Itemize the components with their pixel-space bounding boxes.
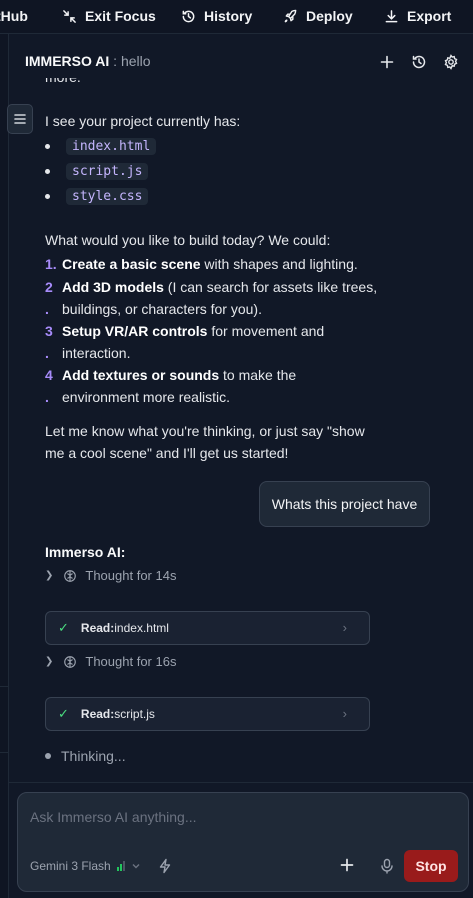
bullet [45, 194, 50, 199]
list-number: 4 [45, 367, 53, 383]
list-item: 2 . Add 3D models (I can search for asse… [45, 276, 377, 320]
rocket-icon [284, 9, 297, 22]
assistant-closing-line: Let me know what you're thinking, or jus… [45, 423, 365, 439]
signal-icon [116, 861, 125, 871]
history-icon[interactable] [411, 54, 427, 70]
tool-call-card[interactable]: ✓ Read : index.html › [45, 611, 370, 645]
bullet [45, 169, 50, 174]
list-number-dot: . [45, 389, 49, 405]
tool-action: Read [80, 621, 111, 635]
list-number-dot: . [45, 301, 49, 317]
top-toolbar: tHub Exit Focus History Deploy Export [0, 0, 473, 34]
export-label: Export [407, 8, 452, 24]
chat-title: IMMERSO AI : hello [25, 53, 151, 69]
assistant-question: What would you like to build today? We c… [45, 232, 331, 248]
check-icon: ✓ [58, 620, 69, 635]
user-message-bubble: Whats this project have [259, 481, 430, 527]
file-chip: script.js [66, 163, 149, 180]
divider [0, 686, 9, 687]
tool-target: index.html [114, 621, 169, 635]
export-button[interactable]: Export [384, 8, 451, 24]
exit-focus-button[interactable]: Exit Focus [62, 8, 156, 24]
tool-call-card[interactable]: ✓ Read : script.js › [45, 697, 370, 731]
file-chip: style.css [66, 188, 149, 205]
check-icon: ✓ [58, 706, 69, 721]
left-gutter [0, 34, 9, 898]
stop-button[interactable]: Stop [404, 850, 458, 882]
thought-toggle[interactable]: ❯ Thought for 14s [45, 568, 176, 583]
model-name: Gemini 3 Flash [30, 859, 111, 873]
divider [0, 752, 9, 753]
gear-icon[interactable] [443, 54, 459, 70]
attach-button[interactable] [340, 856, 354, 876]
list-item: 3 . Setup VR/AR controls for movement an… [45, 320, 375, 364]
history-button[interactable]: History [181, 8, 252, 24]
chat-name: hello [120, 53, 151, 69]
user-message-text: Whats this project have [271, 496, 418, 512]
chevron-down-icon [132, 864, 140, 869]
thinking-label: Thinking... [61, 748, 126, 764]
collapse-icon [63, 9, 76, 23]
title-separator: : [109, 53, 121, 69]
history-icon [182, 10, 195, 22]
list-item-text: Create a basic scene with shapes and lig… [62, 256, 358, 272]
chevron-right-icon: ❯ [45, 656, 54, 667]
thinking-indicator: Thinking... [45, 748, 126, 764]
list-item: script.js [45, 163, 149, 180]
pulse-dot [45, 753, 51, 759]
list-number: 3 [45, 323, 53, 339]
assistant-closing-line: me a cool scene" and I'll get us started… [45, 445, 289, 461]
chevron-right-icon: ❯ [45, 570, 54, 581]
assistant-label: Immerso AI: [45, 544, 126, 560]
header-actions [379, 54, 459, 70]
list-item-text: Setup VR/AR controls for movement and int… [62, 323, 325, 361]
thought-label: Thought for 16s [85, 654, 177, 669]
list-item: style.css [45, 188, 149, 205]
exit-focus-label: Exit Focus [85, 8, 156, 24]
file-chip: index.html [66, 138, 157, 155]
list-number: 2 [45, 279, 53, 295]
microphone-icon[interactable] [380, 858, 394, 874]
download-icon [385, 9, 398, 22]
github-label: tHub [0, 8, 28, 24]
github-button[interactable]: tHub [0, 8, 28, 24]
chat-input[interactable] [30, 805, 450, 829]
brain-icon [64, 655, 77, 668]
divider [9, 782, 473, 783]
list-item: 4 . Add textures or sounds to make the en… [45, 364, 375, 408]
message-composer: Gemini 3 Flash Stop [17, 792, 469, 892]
truncated-text: more. [45, 78, 81, 88]
chevron-right-icon: › [342, 706, 347, 721]
menu-icon [14, 114, 26, 124]
assistant-intro: I see your project currently has: [45, 113, 241, 129]
deploy-label: Deploy [306, 8, 353, 24]
plus-icon[interactable] [379, 54, 395, 70]
model-selector[interactable]: Gemini 3 Flash [30, 859, 141, 873]
thought-label: Thought for 14s [85, 568, 177, 583]
deploy-button[interactable]: Deploy [283, 8, 353, 24]
list-item-text: Add textures or sounds to make the enviro… [62, 367, 297, 405]
thought-toggle[interactable]: ❯ Thought for 16s [45, 654, 176, 669]
list-item-text: Add 3D models (I can search for assets l… [62, 279, 378, 317]
brain-icon [64, 569, 77, 582]
lightning-icon[interactable] [157, 858, 173, 874]
history-label: History [204, 8, 253, 24]
tool-target: script.js [114, 707, 155, 721]
tool-action: Read [80, 707, 111, 721]
brand-name: IMMERSO AI [25, 53, 110, 69]
chevron-right-icon: › [342, 620, 347, 635]
sidebar-toggle-button[interactable] [7, 104, 33, 134]
bullet [45, 144, 50, 149]
list-item: index.html [45, 138, 157, 155]
list-number: 1. [45, 256, 57, 272]
list-number-dot: . [45, 345, 49, 361]
plus-icon [340, 858, 354, 872]
